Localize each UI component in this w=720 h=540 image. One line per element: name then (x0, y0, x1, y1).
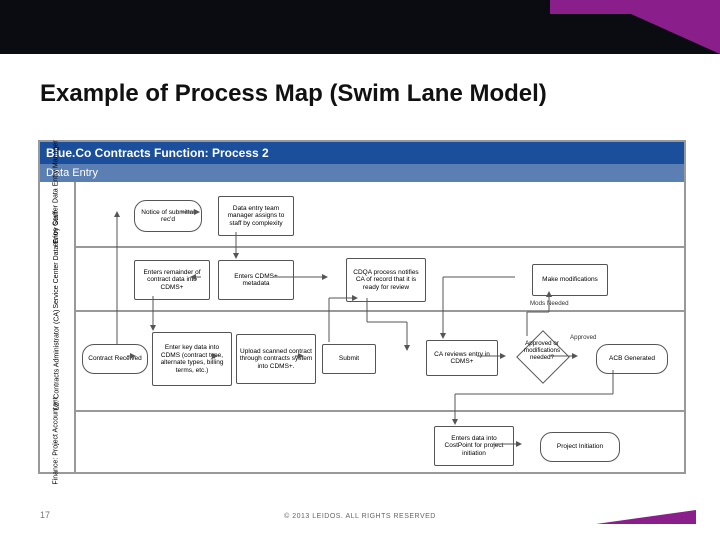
node-submit: Submit (322, 344, 376, 374)
slide-title: Example of Process Map (Swim Lane Model) (40, 80, 547, 108)
node-keydata: Enter key data into CDMS (contract type,… (152, 332, 232, 386)
node-projinit: Project Initiation (540, 432, 620, 462)
lane-label-l2-ca: L2: Contracts Administrator (CA) (40, 310, 76, 410)
header-accent-wedge (600, 0, 720, 54)
lane-divider (74, 410, 684, 412)
node-notice: Notice of submittal rec'd (134, 200, 202, 232)
node-upload: Upload scanned contract through contract… (236, 334, 316, 384)
node-assign: Data entry team manager assigns to staff… (218, 196, 294, 236)
node-careview: CA reviews entry in CDMS+ (426, 340, 498, 376)
lane-label-l1-staff: L1: Shared Service Center Data Entry Sta… (40, 246, 76, 310)
footer-accent (576, 502, 696, 524)
edge-label-approved: Approved (570, 334, 597, 341)
swimlane-header: Blue.Co Contracts Function: Process 2 (40, 142, 684, 164)
lane-divider (74, 310, 684, 312)
node-costpoint: Enters data into CostPoint for project i… (434, 426, 514, 466)
node-metadata: Enters CDMS+ metadata (218, 260, 294, 300)
edge-label-mods: Mods Needed (530, 300, 569, 307)
lanes-area: L1: Shared Service Center Data Entry Man… (40, 182, 684, 472)
node-makemods: Make modifications (532, 264, 608, 296)
swimlane-subheader: Data Entry (40, 164, 684, 182)
node-contract-received: Contract Received (82, 344, 148, 374)
swimlane-container: Blue.Co Contracts Function: Process 2 Da… (38, 140, 686, 474)
lane-label-finance: Finance: Project Accountant (40, 410, 76, 472)
node-acb: ACB Generated (596, 344, 668, 374)
node-decision-label: Approved or modifications needed? (512, 340, 572, 361)
node-cdqa: CDQA process notifies CA of record that … (346, 258, 426, 302)
lane-divider (74, 246, 684, 248)
node-remainder: Enters remainder of contract data into C… (134, 260, 210, 300)
